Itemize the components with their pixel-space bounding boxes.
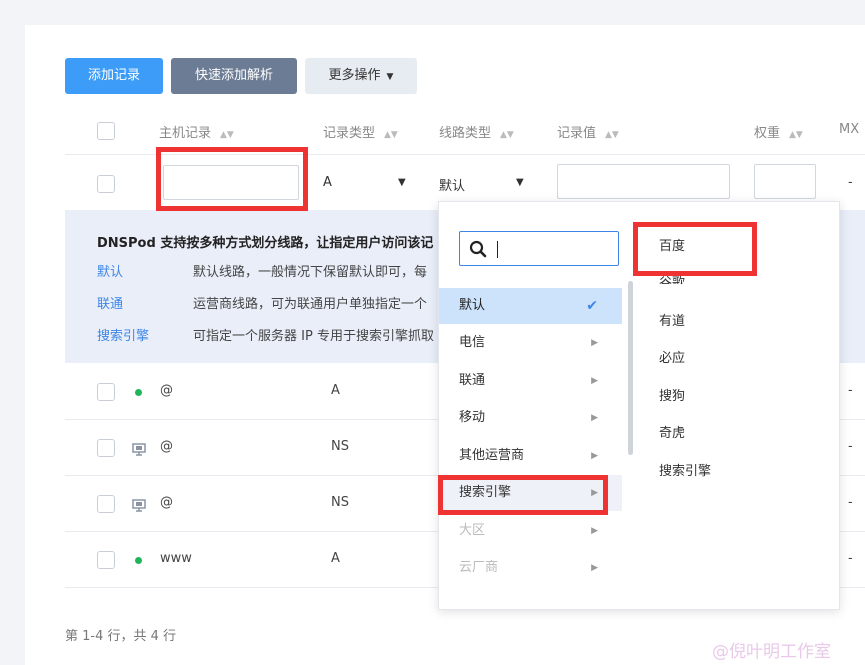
chevron-right-icon: ▶ bbox=[591, 376, 598, 386]
row-mx: - bbox=[848, 383, 853, 398]
row-checkbox[interactable] bbox=[97, 383, 115, 401]
add-record-button[interactable]: 添加记录 bbox=[65, 58, 163, 94]
row-host: @ bbox=[160, 495, 173, 510]
check-icon: ✔ bbox=[586, 298, 598, 314]
menu-item-other-isp[interactable]: 其他运营商 ▶ bbox=[439, 438, 622, 474]
header-weight[interactable]: 权重 ▲▼ bbox=[754, 122, 803, 141]
sort-icon: ▲▼ bbox=[220, 130, 234, 140]
chevron-right-icon: ▶ bbox=[591, 563, 598, 573]
record-value-input[interactable] bbox=[557, 164, 730, 199]
sort-icon: ▲▼ bbox=[384, 130, 398, 140]
row-host: @ bbox=[160, 383, 173, 398]
monitor-icon bbox=[132, 499, 146, 512]
row-type: NS bbox=[331, 439, 349, 454]
header-record-value[interactable]: 记录值 ▲▼ bbox=[557, 122, 619, 141]
text-cursor bbox=[497, 241, 498, 258]
row-checkbox[interactable] bbox=[97, 551, 115, 569]
menu-item-region[interactable]: 大区 ▶ bbox=[439, 513, 622, 549]
chevron-right-icon: ▶ bbox=[591, 451, 598, 461]
header-host[interactable]: 主机记录 ▲▼ bbox=[159, 122, 234, 141]
enabled-status-icon bbox=[135, 557, 142, 564]
monitor-icon bbox=[132, 443, 146, 456]
info-desc-search-engine: 可指定一个服务器 IP 专用于搜索引擎抓取 bbox=[193, 329, 434, 344]
row-type: A bbox=[331, 383, 340, 398]
sort-icon: ▲▼ bbox=[500, 130, 514, 140]
header-line-type[interactable]: 线路类型 ▲▼ bbox=[439, 122, 514, 141]
enabled-status-icon bbox=[135, 389, 142, 396]
more-actions-button[interactable]: 更多操作 ▼ bbox=[305, 58, 417, 94]
row-host: www bbox=[160, 551, 192, 566]
highlight-host-input bbox=[156, 147, 308, 211]
menu-item-default[interactable]: 默认 ✔ bbox=[439, 288, 622, 324]
caret-down-icon[interactable]: ▼ bbox=[516, 177, 524, 188]
info-link-default[interactable]: 默认 bbox=[97, 261, 123, 280]
line-type-select[interactable]: 默认 bbox=[439, 175, 465, 194]
row-mx: - bbox=[848, 439, 853, 454]
caret-down-icon[interactable]: ▼ bbox=[398, 177, 406, 188]
more-actions-label: 更多操作 bbox=[328, 68, 381, 83]
menu-item-telecom[interactable]: 电信 ▶ bbox=[439, 325, 622, 361]
info-link-search-engine[interactable]: 搜索引擎 bbox=[97, 325, 149, 344]
row-checkbox[interactable] bbox=[97, 175, 115, 193]
header-mx: MX bbox=[839, 122, 860, 137]
row-mx: - bbox=[848, 551, 853, 566]
sort-icon: ▲▼ bbox=[605, 130, 619, 140]
record-type-select[interactable]: A bbox=[323, 175, 332, 190]
info-desc-unicom: 运营商线路，可为联通用户单独指定一个 bbox=[193, 297, 428, 312]
info-desc-default: 默认线路，一般情况下保留默认即可，每 bbox=[193, 265, 428, 280]
submenu-item-bing[interactable]: 必应 bbox=[659, 347, 685, 366]
chevron-right-icon: ▶ bbox=[591, 526, 598, 536]
quick-add-button[interactable]: 快速添加解析 bbox=[171, 58, 297, 94]
row-mx: - bbox=[848, 495, 853, 510]
info-link-unicom[interactable]: 联通 bbox=[97, 293, 123, 312]
sort-icon: ▲▼ bbox=[789, 130, 803, 140]
menu-item-cloud-vendor[interactable]: 云厂商 ▶ bbox=[439, 550, 622, 574]
menu-item-mobile[interactable]: 移动 ▶ bbox=[439, 400, 622, 436]
row-type: A bbox=[331, 551, 340, 566]
submenu-item-sogou[interactable]: 搜狗 bbox=[659, 385, 685, 404]
search-icon bbox=[469, 240, 487, 258]
caret-down-icon: ▼ bbox=[386, 72, 394, 82]
header-record-type[interactable]: 记录类型 ▲▼ bbox=[323, 122, 398, 141]
submenu-item-search-engine[interactable]: 搜索引擎 bbox=[659, 460, 711, 479]
submenu-item-youdao[interactable]: 有道 bbox=[659, 310, 685, 329]
highlight-search-engine bbox=[438, 475, 608, 515]
highlight-baidu bbox=[633, 222, 757, 276]
pagination-summary: 第 1-4 行，共 4 行 bbox=[65, 629, 177, 644]
row-checkbox[interactable] bbox=[97, 439, 115, 457]
mx-value: - bbox=[848, 175, 853, 190]
select-all-checkbox[interactable] bbox=[97, 122, 115, 140]
row-type: NS bbox=[331, 495, 349, 510]
menu-item-unicom[interactable]: 联通 ▶ bbox=[439, 363, 622, 399]
row-host: @ bbox=[160, 439, 173, 454]
menu-scrollbar[interactable] bbox=[628, 281, 633, 455]
submenu-item-qihoo[interactable]: 奇虎 bbox=[659, 422, 685, 441]
chevron-right-icon: ▶ bbox=[591, 413, 598, 423]
line-search-input[interactable] bbox=[459, 231, 619, 266]
watermark: @倪叶明工作室 bbox=[712, 642, 831, 662]
weight-input[interactable] bbox=[754, 164, 816, 199]
info-title: DNSPod 支持按多种方式划分线路，让指定用户访问该记 bbox=[97, 236, 434, 251]
chevron-right-icon: ▶ bbox=[591, 338, 598, 348]
row-checkbox[interactable] bbox=[97, 495, 115, 513]
